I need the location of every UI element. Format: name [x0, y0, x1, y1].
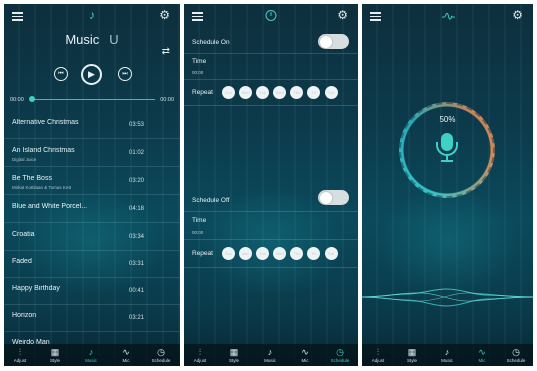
music-note-icon: ♪ [89, 8, 95, 22]
top-bar: ♪ ⚙ [4, 4, 180, 30]
song-row[interactable]: Alternative Christmas 03:53 [4, 112, 180, 139]
repeat-off-row: Repeat Sun Mon Tue Wed Thu Fri Sat [184, 240, 358, 268]
gear-icon[interactable]: ⚙ [337, 9, 348, 21]
song-row[interactable]: Faded 03:31 [4, 251, 180, 278]
menu-icon[interactable] [192, 12, 203, 21]
schedule-screen: ⚙ Schedule On Time 00:00 Repeat Sun Mon … [184, 4, 358, 366]
nav-adjust[interactable]: ⫶ Adjust [185, 344, 215, 366]
gear-icon[interactable]: ⚙ [159, 9, 170, 21]
timer-icon [265, 10, 277, 21]
progress-knob[interactable] [29, 96, 35, 102]
mic-screen: -∿- ⚙ 50% ⫶ Adjust ▦ Style ♪ Music ∿ Mic ◷ Sc… [362, 4, 533, 366]
song-row[interactable]: Be The Boss Mirkat Kottilaan & Tomas Kett… [4, 168, 180, 195]
volume-percent: 50% [439, 115, 456, 124]
time-on-row[interactable]: Time 00:00 [184, 54, 358, 80]
day-sun[interactable]: Sun [222, 247, 235, 260]
music-screen: ♪ ⚙ Music U ⇄ ⏮ ▶ ⏭ 00:00 00:00 Alternati… [4, 4, 180, 366]
top-bar: -∿- ⚙ [362, 4, 533, 30]
nav-music[interactable]: ♪ Music [255, 344, 285, 366]
nav-music[interactable]: ♪ Music [432, 344, 462, 366]
music-note-icon: ♪ [444, 347, 450, 357]
song-row[interactable]: Happy Birthday 00:41 [4, 278, 180, 305]
nav-adjust[interactable]: ⫶ Adjust [363, 344, 393, 366]
song-row[interactable]: Croatia 03:34 [4, 224, 180, 251]
grid-icon: ▦ [229, 347, 239, 357]
day-sun[interactable]: Sun [222, 86, 235, 99]
sliders-icon: ⫶ [18, 347, 22, 357]
menu-icon[interactable] [12, 12, 23, 21]
play-button[interactable]: ▶ [81, 64, 102, 85]
day-tue[interactable]: Tue [256, 86, 270, 99]
day-selector: Sun Mon Tue Wed Thu Fri Sat [222, 86, 338, 99]
grid-icon: ▦ [407, 347, 417, 357]
bottom-nav: ⫶ Adjust ▦ Style ♪ Music ∿ Mic ◷ Schedule [362, 344, 533, 366]
day-thu[interactable]: Thu [290, 86, 304, 99]
nav-schedule[interactable]: ◷ Schedule [146, 344, 176, 366]
nav-music[interactable]: ♪ Music [76, 344, 106, 366]
current-time: 00:00 [10, 97, 24, 103]
next-tab-title: U [109, 32, 119, 47]
repeat-icon[interactable]: ⇄ [162, 46, 170, 57]
day-thu[interactable]: Thu [290, 247, 304, 260]
nav-style[interactable]: ▦ Style [397, 344, 427, 366]
nav-mic[interactable]: ∿ Mic [290, 344, 320, 366]
sliders-icon: ⫶ [376, 347, 380, 357]
song-row[interactable]: Horizon 03:21 [4, 305, 180, 332]
gear-icon[interactable]: ⚙ [512, 9, 523, 21]
music-note-icon: ♪ [267, 347, 273, 357]
day-wed[interactable]: Wed [273, 86, 287, 99]
nav-style[interactable]: ▦ Style [219, 344, 249, 366]
day-mon[interactable]: Mon [239, 247, 253, 260]
nav-mic[interactable]: ∿ Mic [467, 344, 497, 366]
schedule-off-row: Schedule Off [184, 188, 358, 212]
nav-style[interactable]: ▦ Style [40, 344, 70, 366]
nav-schedule[interactable]: ◷ Schedule [325, 344, 355, 366]
timer-icon: ◷ [336, 347, 344, 357]
music-note-icon: ♪ [88, 347, 94, 357]
song-row[interactable]: An Island Christmas Digital Juice 01:02 [4, 140, 180, 167]
nav-schedule[interactable]: ◷ Schedule [501, 344, 531, 366]
sliders-icon: ⫶ [198, 347, 202, 357]
day-fri[interactable]: Fri [307, 86, 321, 99]
timer-icon: ◷ [512, 347, 520, 357]
grid-icon: ▦ [50, 347, 60, 357]
song-row[interactable]: Blue and White Porcel... 04:18 [4, 196, 180, 223]
total-time: 00:00 [160, 97, 174, 103]
waveform-icon: ∿ [301, 347, 309, 357]
top-bar: ⚙ [184, 4, 358, 30]
time-off-row[interactable]: Time 00:00 [184, 212, 358, 240]
day-tue[interactable]: Tue [256, 247, 270, 260]
day-sat[interactable]: Sat [324, 86, 338, 99]
next-button[interactable]: ⏭ [118, 67, 132, 81]
schedule-off-toggle[interactable] [318, 190, 349, 205]
day-mon[interactable]: Mon [239, 86, 253, 99]
day-selector: Sun Mon Tue Wed Thu Fri Sat [222, 247, 338, 260]
day-wed[interactable]: Wed [273, 247, 287, 260]
progress-bar[interactable] [32, 99, 155, 100]
previous-button[interactable]: ⏮ [54, 67, 68, 81]
timer-icon: ◷ [157, 347, 165, 357]
bottom-nav: ⫶ Adjust ▦ Style ♪ Music ∿ Mic ◷ Schedule [184, 344, 358, 366]
waveform-icon: ∿ [478, 347, 486, 357]
bottom-nav: ⫶ Adjust ▦ Style ♪ Music ∿ Mic ◷ Schedule [4, 344, 180, 366]
schedule-on-toggle[interactable] [318, 34, 349, 49]
page-title: Music U [65, 32, 119, 47]
nav-mic[interactable]: ∿ Mic [111, 344, 141, 366]
waveform-icon: ∿ [122, 347, 130, 357]
nav-adjust[interactable]: ⫶ Adjust [5, 344, 35, 366]
schedule-on-row: Schedule On [184, 30, 358, 54]
day-fri[interactable]: Fri [307, 247, 321, 260]
menu-icon[interactable] [370, 12, 381, 21]
day-sat[interactable]: Sat [324, 247, 338, 260]
sound-wave-visual [362, 288, 533, 307]
waveform-icon: -∿- [441, 9, 455, 23]
repeat-on-row: Repeat Sun Mon Tue Wed Thu Fri Sat [184, 80, 358, 106]
